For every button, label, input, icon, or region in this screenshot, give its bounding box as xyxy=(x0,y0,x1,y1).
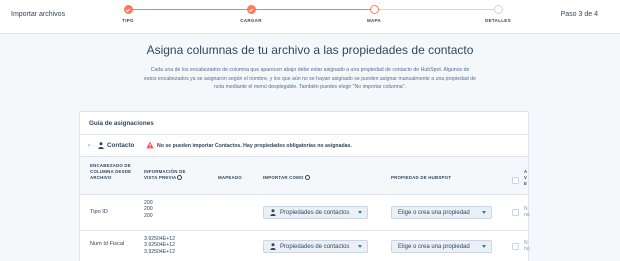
import-as-value: Propiedades de contactos xyxy=(280,209,350,216)
column-header-hubspot-property: PROPIEDAD DE HUBSPOT xyxy=(391,175,452,180)
info-icon[interactable] xyxy=(304,175,310,180)
preview-values: 3.92504E+12 3.92504E+12 3.92504E+12 xyxy=(144,236,175,255)
import-files-link[interactable]: Importar archivos xyxy=(11,11,65,18)
contact-object-row[interactable]: › Contacto No se pueden importar Contact… xyxy=(80,135,528,157)
step-label: DETALLES xyxy=(485,18,511,23)
import-map-page: Importar archivos TIPO CARGAR MAPA DETAL… xyxy=(0,0,620,261)
step-tipo: TIPO xyxy=(98,5,158,23)
step-cargar: CARGAR xyxy=(221,5,281,23)
step-detalles: DETALLES xyxy=(468,5,528,23)
hubspot-property-dropdown[interactable]: Elige o crea una propiedad xyxy=(391,206,492,219)
caret-down-icon xyxy=(358,211,362,214)
column-header-preview: INFORMACIÓN DE VISTA PREVIA xyxy=(144,169,200,181)
page-description: Cada una de los encabezados de columna q… xyxy=(144,67,476,91)
caret-down-icon xyxy=(482,211,486,214)
row-checkbox[interactable] xyxy=(512,209,519,216)
column-header-import-as-label: IMPORTAR COMO xyxy=(263,175,304,180)
column-header-truncated: A V E xyxy=(524,169,527,186)
chevron-right-icon[interactable]: › xyxy=(88,143,90,149)
row-truncated-text: N no xyxy=(524,240,530,252)
table-header: ENCABEZADO DE COLUMNA DESDE ARCHIVO INFO… xyxy=(80,157,528,195)
step-counter: Paso 3 de 4 xyxy=(560,11,598,18)
import-as-dropdown[interactable]: Propiedades de contactos xyxy=(263,206,368,219)
step-label: CARGAR xyxy=(240,18,262,23)
mapping-warning-text: No se pueden importar Contactos. Hay pro… xyxy=(157,143,352,149)
caret-down-icon xyxy=(358,245,362,248)
mapping-card: Guía de asignaciones › Contacto No se pu… xyxy=(79,111,530,261)
info-icon[interactable] xyxy=(177,175,183,180)
row-truncated-text: N no xyxy=(524,206,530,218)
mapping-guide-header: Guía de asignaciones xyxy=(80,112,528,135)
import-stepper: TIPO CARGAR MAPA DETALLES xyxy=(122,5,511,29)
contact-object-label: Contacto xyxy=(107,142,135,149)
import-header: Importar archivos TIPO CARGAR MAPA DETAL… xyxy=(0,0,620,34)
preview-value: 3.92504E+12 xyxy=(144,242,176,249)
page-title: Asigna columnas de tu archivo a las prop… xyxy=(146,43,474,57)
step-mapa: MAPA xyxy=(344,5,404,23)
table-row: Tipo ID 200 200 200 Propiedades de conta… xyxy=(80,195,530,231)
row-checkbox[interactable] xyxy=(512,243,519,250)
hubspot-property-dropdown[interactable]: Elige o crea una propiedad xyxy=(391,240,492,253)
select-all-checkbox[interactable] xyxy=(512,177,519,184)
column-name: Num Id Fiscal xyxy=(90,241,125,247)
column-name: Tipo ID xyxy=(90,209,108,215)
column-header-file: ENCABEZADO DE COLUMNA DESDE ARCHIVO xyxy=(90,163,132,180)
person-icon xyxy=(98,142,104,149)
mapping-guide-title: Guía de asignaciones xyxy=(89,120,154,127)
step-label: MAPA xyxy=(366,18,382,23)
caret-down-icon xyxy=(482,245,486,248)
current-step-indicator xyxy=(369,5,379,14)
table-row: Num Id Fiscal 3.92504E+12 3.92504E+12 3.… xyxy=(80,231,530,261)
hubspot-property-value: Elige o crea una propiedad xyxy=(398,209,470,216)
check-icon xyxy=(123,5,133,14)
preview-value: 3.92504E+12 xyxy=(144,248,176,255)
column-header-import-as: IMPORTAR COMO xyxy=(263,175,310,181)
pending-step-indicator xyxy=(493,5,503,14)
preview-value: 200 xyxy=(144,206,153,213)
person-icon xyxy=(270,243,276,250)
person-icon xyxy=(270,209,276,216)
hubspot-property-value: Elige o crea una propiedad xyxy=(398,243,470,250)
check-icon xyxy=(246,5,256,14)
warning-icon xyxy=(146,141,154,149)
step-label: TIPO xyxy=(122,18,134,23)
preview-values: 200 200 200 xyxy=(144,200,153,219)
import-as-dropdown[interactable]: Propiedades de contactos xyxy=(263,240,368,253)
import-as-value: Propiedades de contactos xyxy=(280,243,350,250)
column-header-mapped: MAPEADO xyxy=(218,175,242,180)
preview-value: 200 xyxy=(144,212,153,219)
